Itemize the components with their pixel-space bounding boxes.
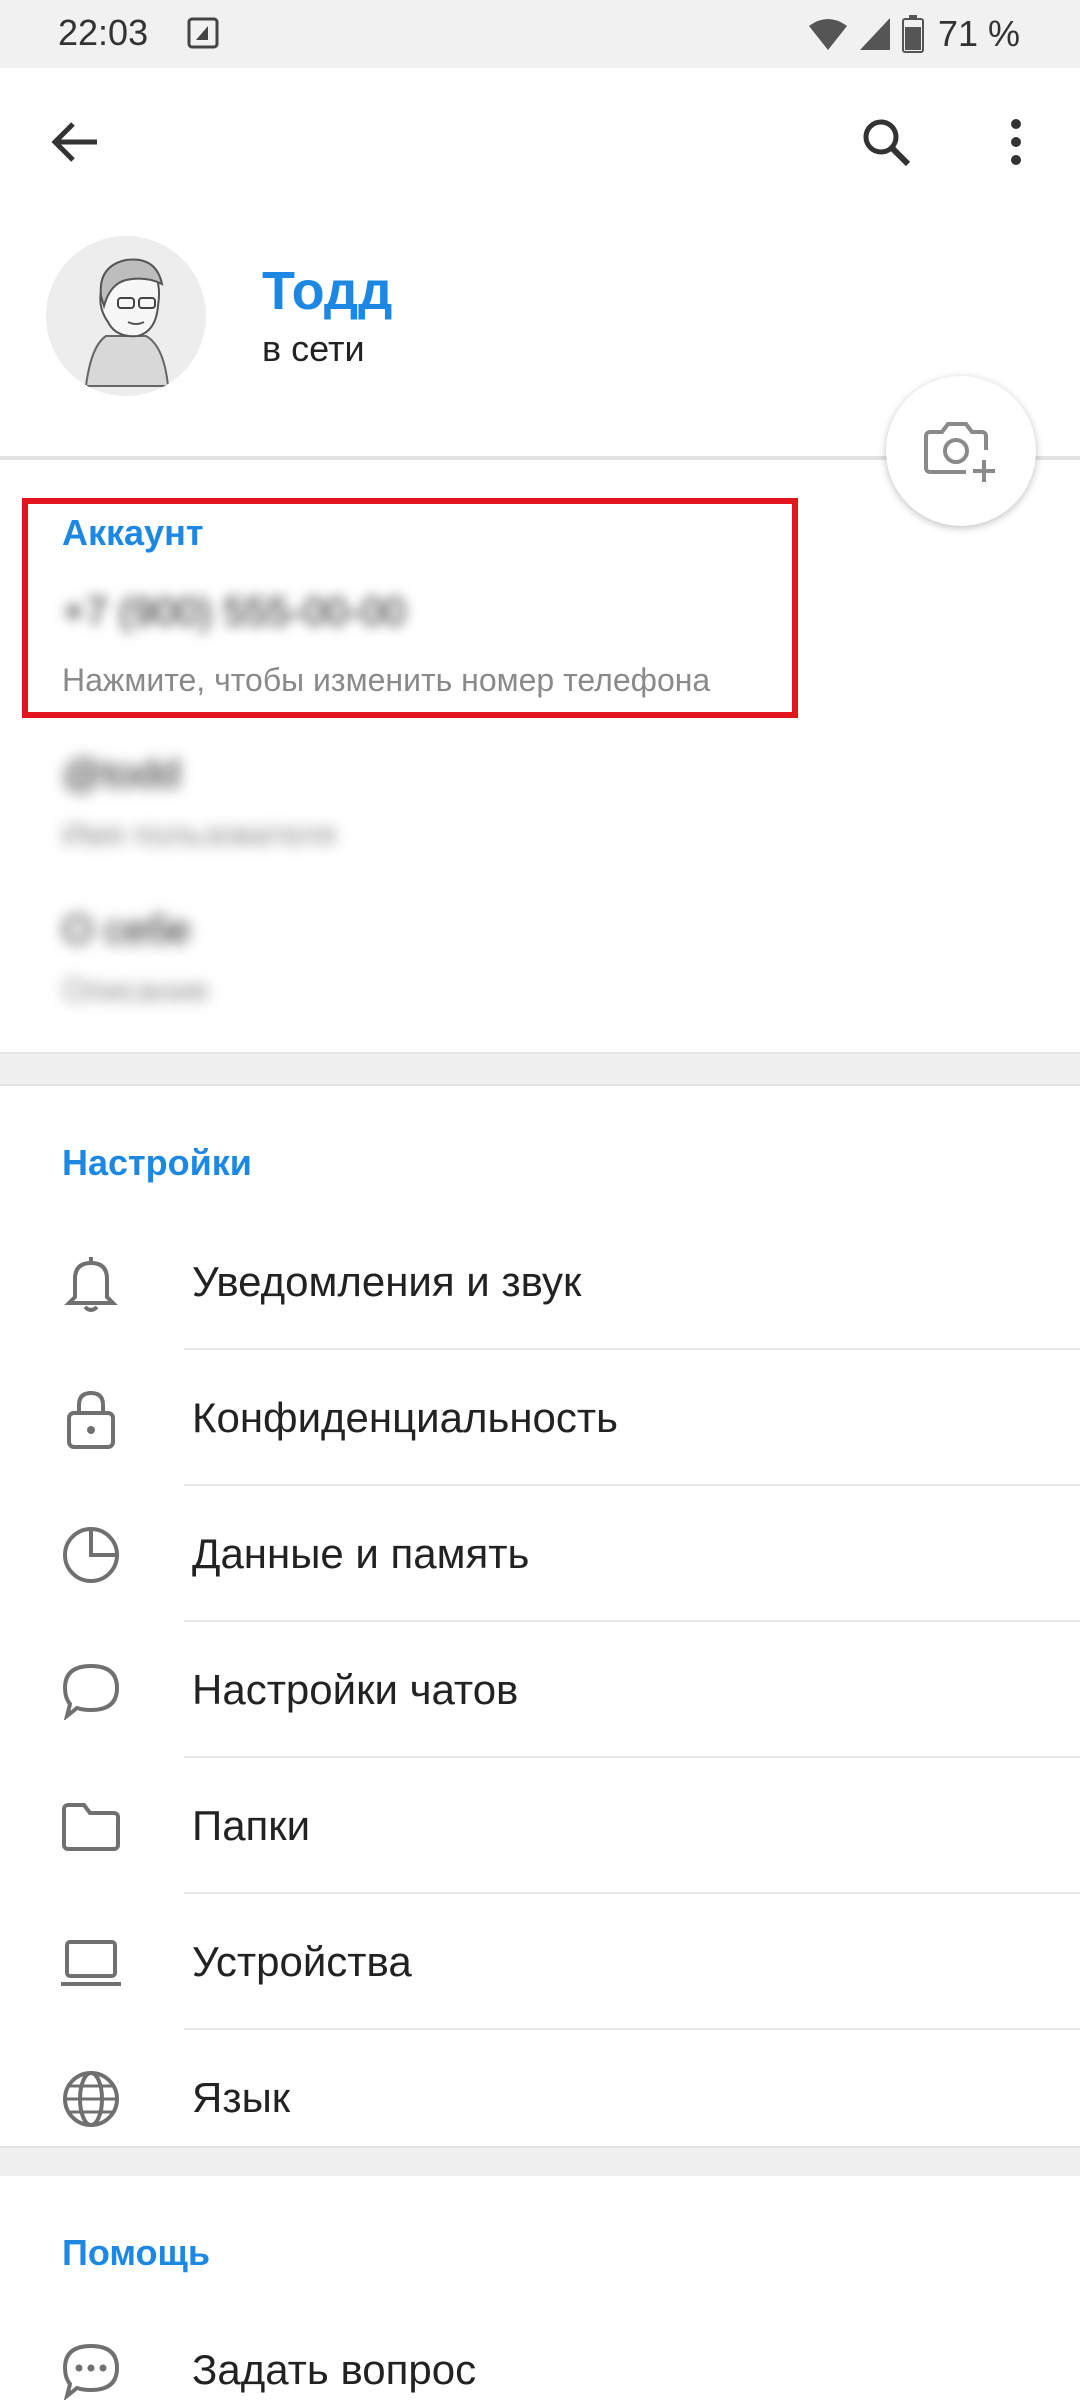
settings-item-label: Язык bbox=[192, 2074, 291, 2121]
settings-item-data[interactable]: Данные и память bbox=[0, 1486, 1080, 1622]
add-photo-button[interactable] bbox=[886, 376, 1036, 526]
help-item-label: Задать вопрос bbox=[192, 2346, 477, 2393]
arrow-back-icon[interactable] bbox=[44, 112, 104, 172]
lock-icon bbox=[58, 1386, 124, 1452]
pie-chart-icon bbox=[58, 1522, 124, 1588]
status-bar: 22:03 71 % bbox=[0, 0, 1080, 68]
account-bio[interactable]: О себе bbox=[62, 908, 191, 953]
help-item-ask-question[interactable]: Задать вопрос bbox=[0, 2302, 1080, 2400]
folder-icon bbox=[58, 1794, 124, 1860]
question-chat-icon bbox=[58, 2338, 124, 2400]
help-section: Помощь Задать вопрос bbox=[0, 2176, 1080, 2400]
status-icons: 71 % bbox=[808, 12, 1020, 56]
add-photo-icon bbox=[924, 422, 995, 482]
chat-bubble-icon bbox=[58, 1658, 124, 1724]
settings-item-label: Данные и память bbox=[192, 1530, 530, 1577]
signal-icon bbox=[859, 18, 890, 50]
settings-section: Настройки Уведомления и звук Конфиденциа… bbox=[0, 1086, 1080, 2146]
account-username[interactable]: @todd bbox=[62, 752, 180, 797]
section-gap bbox=[0, 2146, 1080, 2178]
settings-item-privacy[interactable]: Конфиденциальность bbox=[0, 1350, 1080, 1486]
settings-item-chats[interactable]: Настройки чатов bbox=[0, 1622, 1080, 1758]
profile-name: Тодд bbox=[262, 261, 393, 321]
account-phone-hint: Нажмите, чтобы изменить номер телефона bbox=[62, 662, 711, 698]
bell-icon bbox=[58, 1250, 124, 1316]
battery-percent: 71 % bbox=[937, 13, 1020, 54]
toolbar bbox=[0, 68, 1080, 218]
more-vert-icon[interactable] bbox=[986, 112, 1046, 172]
section-gap bbox=[0, 1052, 1080, 1086]
account-phone[interactable]: +7 (900) 555-00-00 bbox=[62, 590, 406, 635]
settings-item-label: Устройства bbox=[192, 1938, 412, 1985]
globe-icon bbox=[58, 2066, 124, 2132]
settings-item-devices[interactable]: Устройства bbox=[0, 1894, 1080, 2030]
settings-item-label: Конфиденциальность bbox=[192, 1394, 619, 1441]
settings-item-label: Уведомления и звук bbox=[192, 1258, 582, 1305]
account-username-hint: Имя пользователя bbox=[62, 816, 336, 852]
search-icon[interactable] bbox=[856, 112, 916, 172]
profile-status: в сети bbox=[262, 328, 365, 369]
battery-icon bbox=[901, 15, 924, 53]
settings-title: Настройки bbox=[62, 1142, 252, 1183]
notification-icon bbox=[187, 17, 219, 49]
settings-item-label: Папки bbox=[192, 1802, 311, 1849]
account-bio-hint: Описание bbox=[62, 972, 210, 1008]
settings-item-notifications[interactable]: Уведомления и звук bbox=[0, 1214, 1080, 1350]
laptop-icon bbox=[58, 1930, 124, 1996]
account-section: Аккаунт +7 (900) 555-00-00 Нажмите, чтоб… bbox=[0, 460, 1080, 1052]
avatar-sketch bbox=[46, 236, 206, 396]
help-title: Помощь bbox=[62, 2232, 211, 2273]
settings-item-label: Настройки чатов bbox=[192, 1666, 519, 1713]
status-time: 22:03 bbox=[58, 12, 149, 53]
avatar[interactable] bbox=[46, 236, 206, 396]
wifi-icon bbox=[808, 19, 847, 50]
settings-item-folders[interactable]: Папки bbox=[0, 1758, 1080, 1894]
